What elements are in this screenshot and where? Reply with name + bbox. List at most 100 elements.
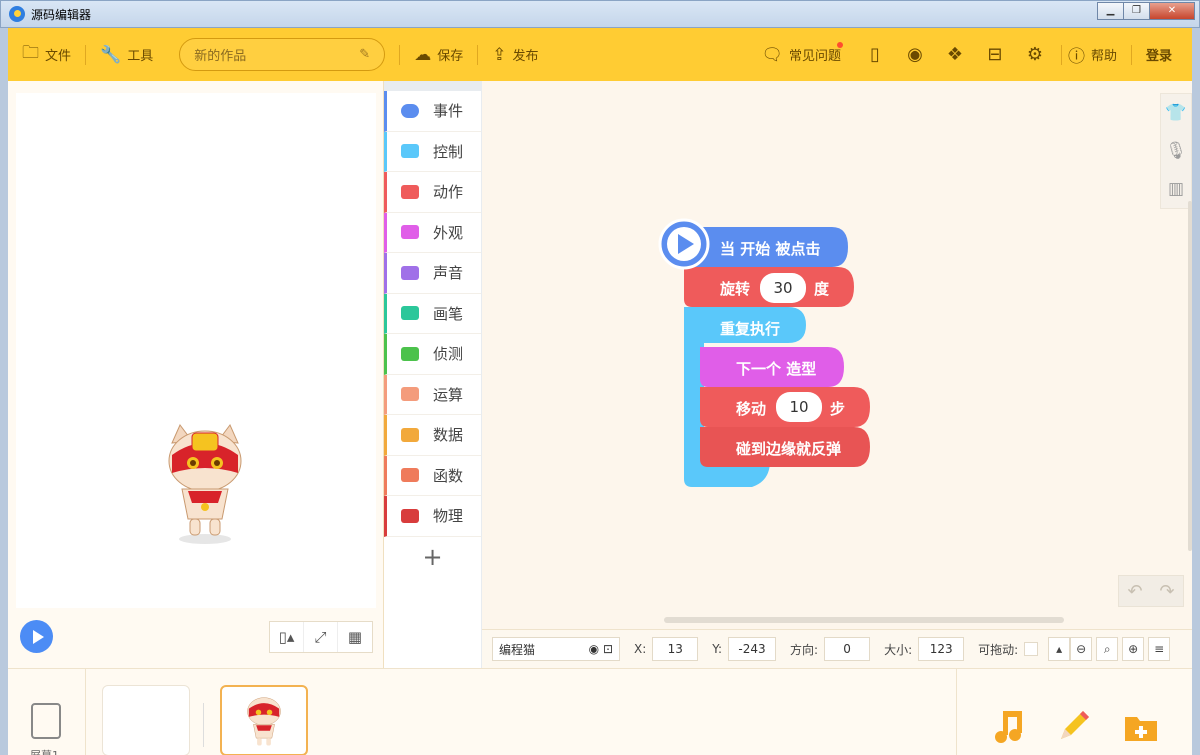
zoom-in-button[interactable]: ⊕ [1122, 637, 1145, 661]
tools-menu-label: 工具 [127, 49, 154, 64]
screen-label: 屏幕1 [30, 747, 59, 755]
size-input[interactable]: 123 [918, 637, 965, 661]
help-button[interactable]: ⓘ 帮助 [1068, 28, 1117, 81]
minimize-button[interactable]: ▁ [1097, 2, 1124, 20]
maximize-button[interactable]: ❐ [1123, 2, 1150, 20]
folder-add-icon[interactable] [1123, 709, 1159, 745]
login-button[interactable]: 登录 [1146, 28, 1172, 81]
category-icon [401, 306, 419, 321]
costume-tab[interactable]: 👕 [1161, 94, 1191, 132]
screen-tab[interactable]: 屏幕1 [8, 669, 86, 755]
background-card[interactable] [102, 685, 190, 755]
divider [203, 703, 204, 747]
phone-icon: ▯ [870, 44, 880, 65]
grid-button[interactable]: ▦ [338, 622, 372, 652]
undo-redo-group: ↶ ↷ [1118, 575, 1184, 607]
faq-button[interactable]: 🗨 常见问题 [761, 28, 843, 81]
settings-button[interactable]: ⚙ [1015, 28, 1055, 81]
stage-panel: ▯▴ ⤢ ▦ [8, 81, 384, 668]
category-item[interactable]: 声音 [384, 253, 481, 294]
x-input[interactable]: 13 [652, 637, 699, 661]
block-categories: 事件控制动作外观 声音画笔侦测 运算 数据函数物理 + [384, 91, 481, 668]
app-logo-icon [9, 6, 25, 22]
draggable-checkbox[interactable] [1024, 642, 1039, 656]
robot-icon: ◉ [907, 44, 923, 65]
question-icon: ⓘ [1067, 47, 1085, 67]
music-icon[interactable] [991, 709, 1027, 745]
category-label: 物理 [433, 507, 464, 526]
extensions-button[interactable]: ❖ [935, 28, 975, 81]
zoom-out-button[interactable]: ⊖ [1070, 637, 1093, 661]
tools-menu[interactable]: 🔧 工具 [100, 28, 153, 81]
y-input[interactable]: -243 [728, 637, 777, 661]
category-label: 函数 [433, 466, 464, 485]
rotate-degree-input[interactable]: 30 [760, 273, 806, 303]
window-title: 源码编辑器 [31, 7, 92, 22]
run-button[interactable] [20, 620, 53, 653]
bar-chart-icon: ▥ [1167, 179, 1185, 199]
sprite-name-value: 编程猫 [499, 642, 536, 657]
category-label: 控制 [433, 142, 464, 161]
sound-tab[interactable]: 🎙 [1161, 132, 1191, 170]
sprite-name-field[interactable]: 编程猫 ◉ ⊡ [492, 637, 620, 661]
zoom-reset-button[interactable]: ⌕ [1096, 637, 1119, 661]
close-button[interactable]: ✕ [1149, 2, 1195, 20]
sprite-properties-bar: 编程猫 ◉ ⊡ X: 13 Y: -243 方向: 0 大小: 123 可拖动:… [482, 629, 1192, 668]
cat-sprite[interactable] [162, 421, 248, 547]
code-workspace[interactable]: 当 开始 被点击 旋转 30 度 重复执行 下一个 造型 移动 10 步 碰到边… [482, 81, 1192, 629]
category-icon [401, 508, 419, 523]
category-item[interactable]: 外观 [384, 212, 481, 253]
divider [1130, 44, 1132, 65]
category-item[interactable]: 动作 [384, 172, 481, 213]
category-label: 画笔 [433, 304, 464, 323]
device-preview-button[interactable]: ▯ [855, 28, 895, 81]
category-icon [401, 144, 419, 159]
undo-button[interactable]: ↶ [1119, 576, 1151, 606]
stage-canvas[interactable] [16, 93, 376, 608]
horizontal-scrollbar[interactable] [664, 617, 1064, 623]
category-item[interactable]: 事件 [384, 91, 481, 132]
vertical-scrollbar[interactable] [1188, 201, 1192, 551]
save-button[interactable]: ☁ 保存 [414, 28, 463, 81]
project-name-input[interactable]: 新的作品 ✎ [179, 38, 386, 71]
publish-label: 发布 [512, 49, 539, 64]
file-menu[interactable]: 🗀 文件 [22, 28, 71, 81]
pencil-draw-icon[interactable] [1055, 709, 1091, 745]
sprite-card-cat[interactable] [220, 685, 308, 755]
divider [85, 44, 87, 65]
category-item[interactable]: 画笔 [384, 293, 481, 334]
screen-orientation-button[interactable]: ▯▴ [270, 622, 304, 652]
category-item[interactable]: 运算 [384, 374, 481, 415]
faq-icon: 🗨 [761, 44, 783, 65]
y-label: Y: [712, 642, 723, 656]
next-costume-label: 下一个 造型 [736, 360, 817, 378]
data-tab[interactable]: ▥ [1161, 170, 1191, 208]
window-titlebar: 源码编辑器 ▁ ❐ ✕ [0, 0, 1200, 28]
hamburger-icon: ≡ [1154, 642, 1165, 656]
category-item[interactable]: 侦测 [384, 334, 481, 375]
fullscreen-button[interactable]: ⤢ [304, 622, 338, 652]
category-label: 动作 [433, 183, 464, 202]
window-border-right [1192, 28, 1200, 755]
move-steps-input[interactable]: 10 [776, 392, 822, 422]
backpack-button[interactable]: ⊟ [975, 28, 1015, 81]
category-item[interactable]: 函数 [384, 455, 481, 496]
add-extension-button[interactable]: + [384, 537, 481, 577]
search-icon: ⌕ [1103, 641, 1111, 656]
category-item[interactable]: 数据 [384, 415, 481, 456]
category-item[interactable]: 物理 [384, 496, 481, 537]
size-label: 大小: [884, 642, 913, 657]
publish-button[interactable]: ⇪ 发布 [492, 28, 538, 81]
category-item[interactable]: 控制 [384, 131, 481, 172]
folder-icon: 🗀 [22, 43, 39, 63]
collapse-button[interactable]: ▴ [1048, 637, 1071, 661]
move-label: 移动 [736, 400, 767, 418]
help-label: 帮助 [1090, 49, 1117, 64]
x-label: X: [634, 642, 647, 656]
more-menu-button[interactable]: ≡ [1148, 637, 1171, 661]
undo-icon: ↶ [1127, 580, 1143, 602]
direction-input[interactable]: 0 [824, 637, 871, 661]
robot-button[interactable]: ◉ [895, 28, 935, 81]
gear-icon: ⚙ [1026, 44, 1044, 65]
redo-button[interactable]: ↷ [1151, 576, 1183, 606]
